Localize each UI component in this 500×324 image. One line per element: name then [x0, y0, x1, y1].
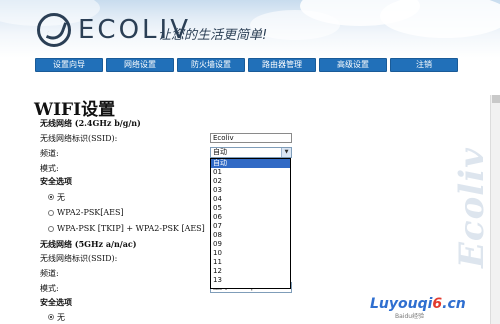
channel-option[interactable]: 02	[211, 177, 290, 186]
channel-option[interactable]: 08	[211, 231, 290, 240]
watermark-text-b: 6	[432, 296, 443, 312]
nav-router-management[interactable]: 路由器管理	[248, 58, 316, 72]
nav-setup-wizard[interactable]: 设置向导	[35, 58, 103, 72]
wifi24-mode-label: 模式:	[40, 164, 59, 173]
channel-option[interactable]: 13	[211, 276, 290, 285]
channel-option[interactable]: 05	[211, 204, 290, 213]
wifi24-security-mixed-label: WPA-PSK [TKIP] + WPA2-PSK [AES]	[57, 224, 205, 233]
wifi5-security-label: 安全选项	[40, 297, 72, 307]
channel-option[interactable]: 12	[211, 267, 290, 276]
nav-logout[interactable]: 注销	[390, 58, 458, 72]
nav-network-settings[interactable]: 网络设置	[106, 58, 174, 72]
channel-option[interactable]: 09	[211, 240, 290, 249]
wifi5-ssid-label: 无线网络标识(SSID):	[40, 254, 118, 263]
channel-option[interactable]: 自动	[211, 159, 290, 168]
wifi24-ssid-input[interactable]: Ecoliv	[210, 133, 292, 143]
scroll-up-arrow[interactable]	[492, 95, 500, 103]
wifi5-mode-label: 模式:	[40, 284, 59, 293]
channel-dropdown-list: 自动 01 02 03 04 05 06 07 08 09 10 11 12 13	[210, 158, 291, 289]
channel-option[interactable]: 06	[211, 213, 290, 222]
watermark-text-c: .cn	[442, 296, 466, 312]
vertical-scrollbar[interactable]	[490, 95, 500, 324]
slogan: 让您的生活更简单!	[158, 28, 268, 43]
channel-option[interactable]: 04	[211, 195, 290, 204]
ecoliv-logo-icon	[37, 13, 71, 47]
wifi24-section-title: 无线网络 (2.4GHz b/g/n)	[40, 118, 141, 128]
nav-firewall-settings[interactable]: 防火墙设置	[177, 58, 245, 72]
page-title: WIFI设置	[34, 100, 116, 120]
watermark-text-a: Luyouqi	[370, 296, 433, 312]
wifi5-section-title: 无线网络 (5GHz a/n/ac)	[40, 239, 137, 249]
wifi24-security-mixed-radio[interactable]	[48, 226, 54, 232]
chevron-down-icon[interactable]: ▼	[281, 148, 291, 157]
channel-option[interactable]: 01	[211, 168, 290, 177]
main-nav: 设置向导 网络设置 防火墙设置 路由器管理 高级设置 注销	[0, 58, 500, 72]
wifi24-channel-label: 频道:	[40, 149, 59, 158]
wifi24-channel-value: 自动	[213, 148, 227, 156]
wifi24-security-wpa2-label: WPA2-PSK[AES]	[57, 208, 124, 217]
channel-option[interactable]: 11	[211, 258, 290, 267]
wifi24-channel-select[interactable]: 自动 ▼	[210, 147, 292, 158]
site-watermark: Luyouqi6.cn Baidu经验	[370, 296, 466, 320]
watermark-sub: Baidu经验	[395, 313, 425, 320]
channel-option[interactable]: 03	[211, 186, 290, 195]
wifi24-security-wpa2-radio[interactable]	[48, 210, 54, 216]
wifi24-security-none-radio[interactable]	[48, 194, 54, 200]
channel-option[interactable]: 07	[211, 222, 290, 231]
wifi5-channel-label: 频道:	[40, 269, 59, 278]
wifi24-security-label: 安全选项	[40, 176, 72, 186]
nav-advanced-settings[interactable]: 高级设置	[319, 58, 387, 72]
header-banner: ECOLIV 让您的生活更简单!	[0, 0, 500, 58]
wifi5-security-none-label: 无	[57, 313, 65, 322]
channel-option[interactable]: 10	[211, 249, 290, 258]
wifi24-ssid-label: 无线网络标识(SSID):	[40, 134, 118, 143]
wifi5-security-none-radio[interactable]	[48, 314, 54, 320]
wifi24-security-none-label: 无	[57, 193, 65, 202]
ecoliv-watermark: Ecoliv	[452, 147, 492, 268]
